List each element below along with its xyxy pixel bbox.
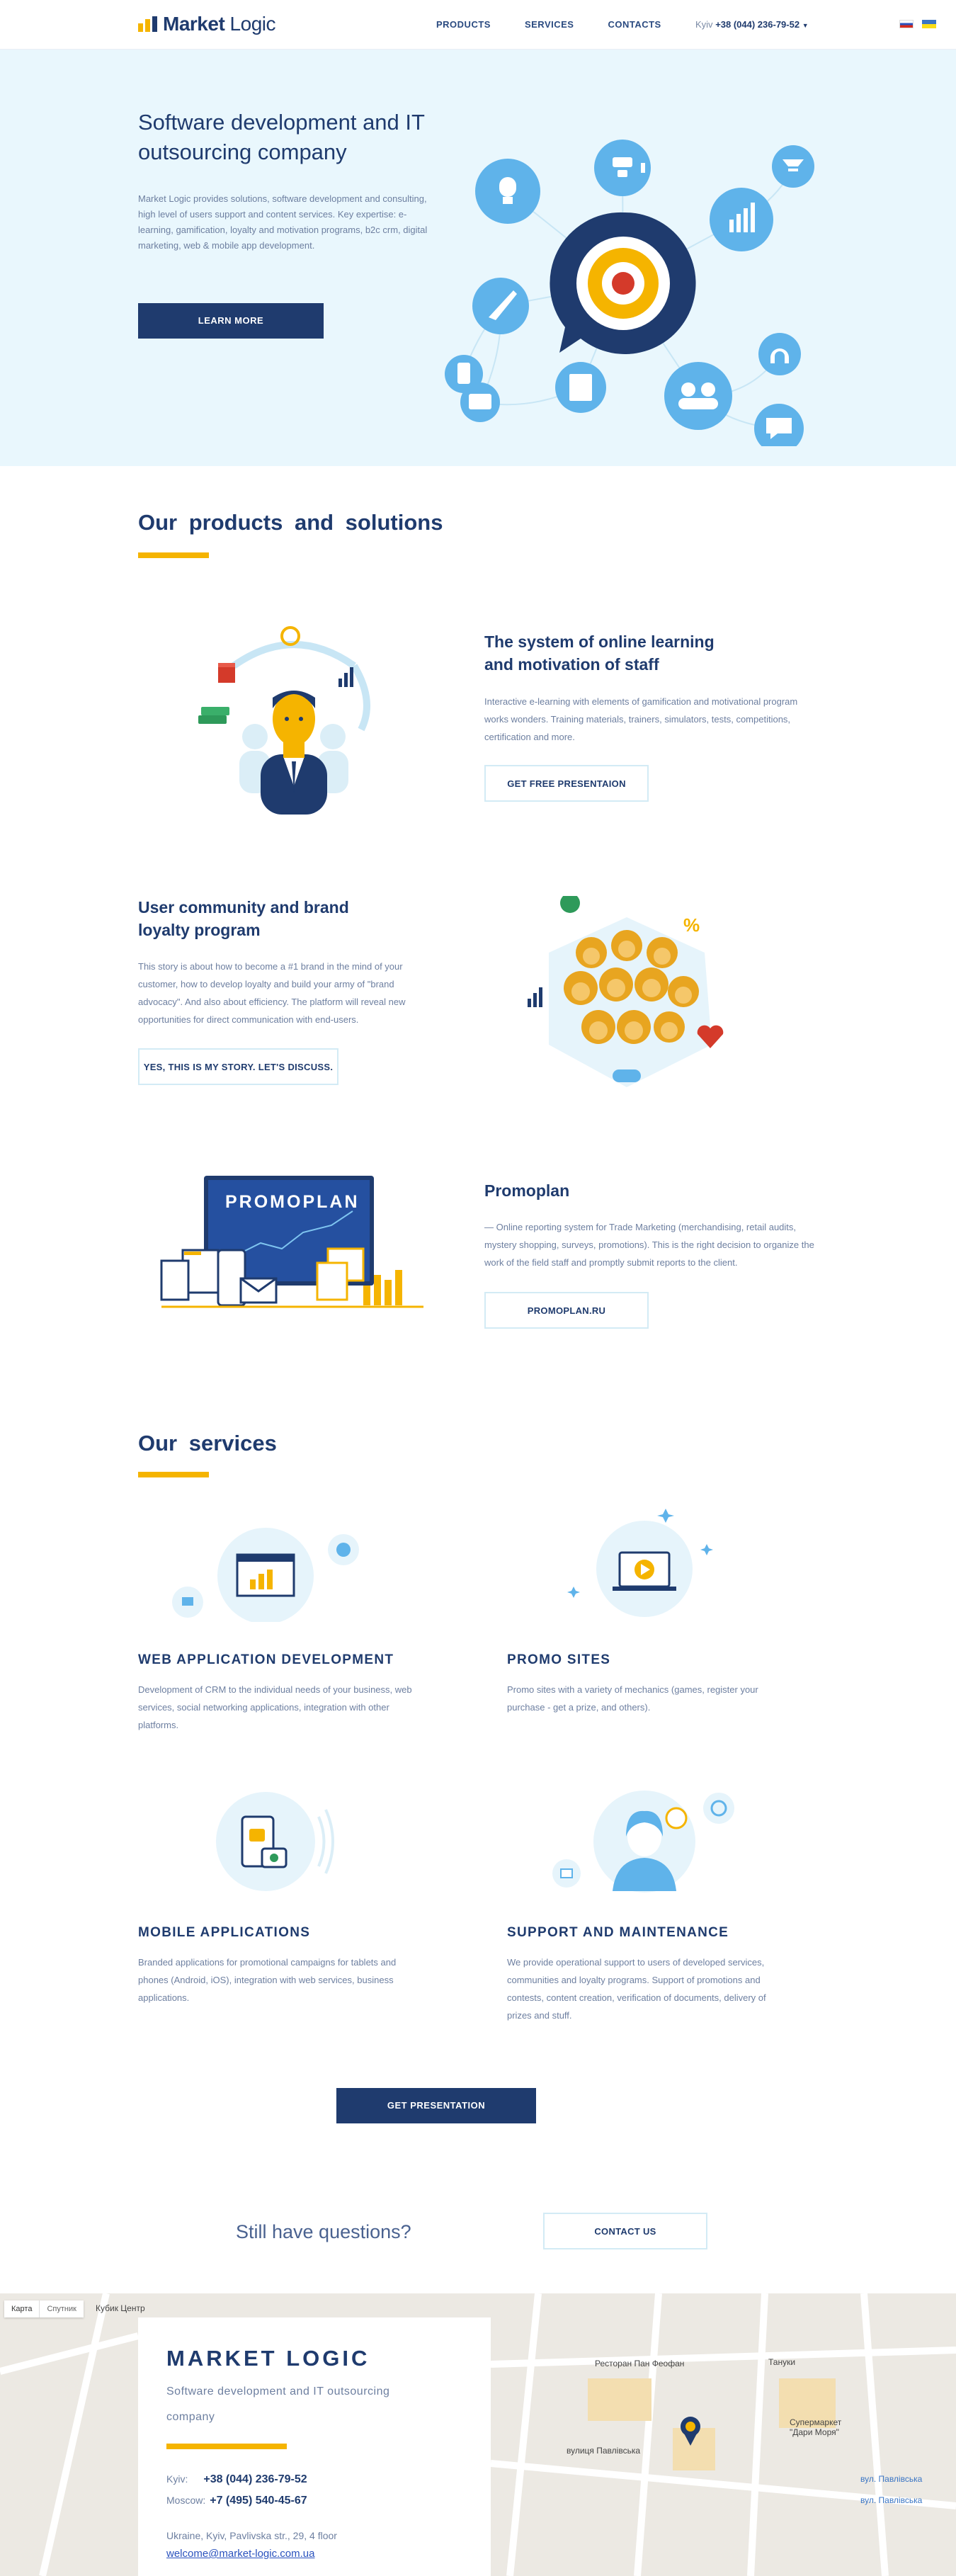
hero-text: Market Logic provides solutions, softwar… (138, 193, 428, 251)
products-title-underline (138, 552, 209, 558)
questions-text: Still have questions? (236, 2221, 411, 2242)
headset-icon (758, 333, 801, 375)
main-nav: PRODUCTS SERVICES CONTACTS (436, 19, 661, 30)
nav-services[interactable]: SERVICES (525, 19, 574, 30)
site-header: Market Logic PRODUCTS SERVICES CONTACTS … (0, 0, 956, 50)
contacts-underline (166, 2444, 287, 2449)
lets-discuss-button[interactable]: YES, THIS IS MY STORY. LET'S DISCUSS. (138, 1048, 338, 1085)
nav-contacts[interactable]: CONTACTS (608, 19, 661, 30)
hero-section: Software development and IT outsourcing … (0, 50, 956, 466)
map-street-label: вул. Павлівська (860, 2474, 923, 2484)
map-street-label: вулиця Павлівська (567, 2446, 641, 2456)
map-label: Кубик Центр (96, 2303, 145, 2313)
learn-more-button[interactable]: LEARN MORE (138, 303, 324, 339)
flag-ru-icon[interactable] (899, 20, 914, 28)
phone-number: +38 (044) 236-79-52 (715, 19, 800, 30)
service-title-support: SUPPORT AND MAINTENANCE (507, 1925, 729, 1940)
product-text-loyalty: This story is about how to become a #1 b… (138, 961, 406, 1025)
users-icon (664, 362, 732, 430)
service-text-web: Development of CRM to the individual nee… (138, 1684, 412, 1730)
map-type-tabs: Карта Спутник (4, 2300, 84, 2317)
online-learning-illustration (198, 626, 370, 815)
moscow-phone[interactable]: +7 (495) 540-45-67 (210, 2495, 307, 2507)
logo-text: Market Logic (163, 13, 275, 35)
mobile-apps-illustration (216, 1792, 334, 1891)
promoplan-screen-label: PROMOPLAN (225, 1192, 360, 1212)
service-text-mobile: Branded applications for promotional cam… (138, 1957, 397, 2003)
map-label: Тануки (768, 2357, 796, 2367)
svg-text:%: % (683, 914, 700, 936)
map-street-label: вул. Павлівська (860, 2495, 923, 2505)
phone-city: Kyiv (695, 19, 713, 30)
map-label: Ресторан Пан Феофан (595, 2359, 685, 2368)
kyiv-phone-row: Kyiv: +38 (044) 236-79-52 (166, 2473, 307, 2486)
hero-network-illustration (445, 140, 814, 446)
contacts-card: MARKET LOGIC Software development and IT… (138, 2317, 491, 2576)
web-development-illustration (172, 1528, 359, 1622)
services-section-title: Our services (138, 1431, 277, 1456)
service-title-mobile: MOBILE APPLICATIONS (138, 1925, 311, 1940)
service-text-promo: Promo sites with a variety of mechanics … (507, 1684, 758, 1713)
chevron-down-icon: ▼ (802, 22, 809, 29)
promo-sites-illustration (567, 1509, 713, 1617)
map-tab-satellite[interactable]: Спутник (39, 2300, 83, 2317)
company-subtitle: Software development and IT outsourcing … (166, 2385, 390, 2423)
office-address: Ukraine, Kyiv, Pavlivska str., 29, 4 flo… (166, 2530, 337, 2541)
moscow-label: Moscow: (166, 2495, 206, 2506)
service-title-web: WEB APPLICATION DEVELOPMENT (138, 1652, 394, 1667)
nav-products[interactable]: PRODUCTS (436, 19, 491, 30)
phone-dropdown[interactable]: Kyiv +38 (044) 236-79-52 ▼ (695, 19, 809, 30)
service-title-promo: PROMO SITES (507, 1652, 611, 1667)
logo-icon (138, 16, 157, 32)
map-label: Супермаркет "Дари Моря" (790, 2417, 842, 2437)
product-text-promoplan: — Online reporting system for Trade Mark… (484, 1222, 814, 1268)
kyiv-label: Kyiv: (166, 2473, 188, 2485)
get-presentation-button[interactable]: GET PRESENTATION (336, 2088, 536, 2123)
email-link[interactable]: welcome@market-logic.com.ua (166, 2548, 314, 2560)
logo[interactable]: Market Logic (138, 13, 275, 35)
get-free-presentation-button[interactable]: GET FREE PRESENTAION (484, 765, 649, 802)
growth-chart-icon (710, 188, 773, 251)
promoplan-link-button[interactable]: PROMOPLAN.RU (484, 1292, 649, 1329)
product-title-learning: The system of online learning and motiva… (484, 632, 715, 674)
products-section-title: Our products and solutions (138, 510, 443, 535)
service-text-support: We provide operational support to users … (507, 1957, 766, 2021)
moscow-phone-row: Moscow: +7 (495) 540-45-67 (166, 2495, 307, 2507)
flag-ua-icon[interactable] (922, 20, 936, 28)
kyiv-phone[interactable]: +38 (044) 236-79-52 (203, 2473, 307, 2485)
product-text-learning: Interactive e-learning with elements of … (484, 696, 798, 742)
contact-us-button[interactable]: CONTACT US (543, 2213, 707, 2249)
map-tab-map[interactable]: Карта (4, 2300, 39, 2317)
language-switch (899, 20, 936, 28)
contacts-map[interactable]: Карта Спутник Кубик Центр Ресторан Пан Ф… (0, 2293, 956, 2576)
product-title-promoplan: Promoplan (484, 1181, 570, 1200)
product-title-loyalty: User community and brand loyalty program (138, 898, 349, 939)
loyalty-community-illustration: % (528, 896, 724, 1087)
company-name: MARKET LOGIC (166, 2346, 370, 2371)
support-illustration (552, 1791, 734, 1893)
services-title-underline (138, 1472, 209, 1477)
